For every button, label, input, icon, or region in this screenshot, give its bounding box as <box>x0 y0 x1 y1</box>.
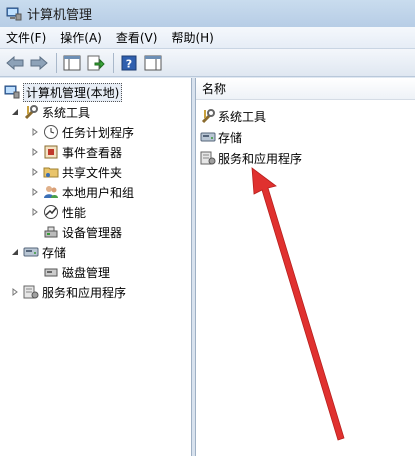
tools-icon <box>200 108 216 124</box>
export-list-button[interactable] <box>85 52 107 74</box>
tree-label-event-viewer: 事件查看器 <box>62 145 123 160</box>
menu-bar: 文件(F) 操作(A) 查看(V) 帮助(H) <box>0 27 415 49</box>
export-list-icon <box>87 55 105 70</box>
tree-label-performance: 性能 <box>62 205 87 220</box>
expand-icon[interactable] <box>10 287 20 297</box>
device-manager-icon <box>43 224 59 240</box>
forward-button[interactable] <box>28 52 50 74</box>
back-arrow-icon <box>6 55 24 70</box>
menu-help[interactable]: 帮助(H) <box>171 29 213 46</box>
storage-icon <box>200 129 216 145</box>
performance-icon <box>43 204 59 220</box>
computer-management-icon <box>4 84 20 100</box>
properties-pane-button[interactable] <box>142 52 164 74</box>
expand-icon[interactable] <box>30 147 40 157</box>
expand-icon[interactable] <box>30 127 40 137</box>
tree-label-local-users: 本地用户和组 <box>62 185 135 200</box>
tree-item-disk-management[interactable]: 磁盘管理 <box>43 262 110 282</box>
column-header-name[interactable]: 名称 <box>196 78 415 100</box>
collapse-icon[interactable] <box>10 247 20 257</box>
help-button[interactable]: ? <box>118 52 140 74</box>
title-bar: 计算机管理 <box>0 0 415 27</box>
event-log-icon <box>43 144 59 160</box>
list-item-label: 服务和应用程序 <box>218 151 303 166</box>
tree-label-shared-folders: 共享文件夹 <box>62 165 123 180</box>
list-item[interactable]: 存储 <box>200 127 242 147</box>
show-hide-tree-icon <box>63 55 81 70</box>
tree-item-event-viewer[interactable]: 事件查看器 <box>30 142 122 162</box>
menu-view[interactable]: 查看(V) <box>116 29 158 46</box>
tree-label-storage: 存储 <box>42 245 67 260</box>
tree-item-device-manager[interactable]: 设备管理器 <box>43 222 122 242</box>
tree-item-shared-folders[interactable]: 共享文件夹 <box>30 162 122 182</box>
help-icon: ? <box>121 55 137 70</box>
menu-file[interactable]: 文件(F) <box>6 29 46 46</box>
disk-icon <box>43 264 59 280</box>
tree-item-performance[interactable]: 性能 <box>30 202 86 222</box>
show-hide-tree-button[interactable] <box>61 52 83 74</box>
result-pane[interactable]: 名称 系统工具 存储 服务和应用程序 <box>195 78 415 456</box>
menu-action[interactable]: 操作(A) <box>60 29 102 46</box>
list-item-label: 存储 <box>218 130 243 145</box>
computer-management-icon <box>6 7 22 20</box>
expand-icon[interactable] <box>30 167 40 177</box>
collapse-icon[interactable] <box>10 107 20 117</box>
list-item[interactable]: 系统工具 <box>200 106 266 126</box>
tree-item-system-tools[interactable]: 系统工具 <box>10 102 90 122</box>
tree-item-storage[interactable]: 存储 <box>10 242 66 262</box>
toolbar-separator <box>113 52 114 73</box>
expand-icon[interactable] <box>30 207 40 217</box>
tree-label-system-tools: 系统工具 <box>42 105 91 120</box>
clock-icon <box>43 124 59 140</box>
toolbar-separator <box>56 52 57 73</box>
storage-icon <box>23 244 39 260</box>
tree-item-root[interactable]: 计算机管理(本地) <box>4 82 123 102</box>
tree-label-device-manager: 设备管理器 <box>62 225 123 240</box>
tree-item-task-scheduler[interactable]: 任务计划程序 <box>30 122 134 142</box>
list-item-label: 系统工具 <box>218 109 267 124</box>
tree-label-disk-management: 磁盘管理 <box>62 265 111 280</box>
tree-label-root: 计算机管理(本地) <box>23 82 123 102</box>
services-icon <box>200 150 216 166</box>
forward-arrow-icon <box>30 55 48 70</box>
tree-item-local-users[interactable]: 本地用户和组 <box>30 182 134 202</box>
tools-icon <box>23 104 39 120</box>
back-button[interactable] <box>4 52 26 74</box>
tree-item-services[interactable]: 服务和应用程序 <box>10 282 126 302</box>
toolbar: ? <box>0 49 415 77</box>
tree-label-task-scheduler: 任务计划程序 <box>62 125 135 140</box>
tree-label-services: 服务和应用程序 <box>42 285 127 300</box>
console-tree[interactable]: 计算机管理(本地) 系统工具 任务计划程序 事件查看器 共享文件夹 本地用户和组… <box>0 78 192 456</box>
shared-folder-icon <box>43 164 59 180</box>
list-item[interactable]: 服务和应用程序 <box>200 148 302 168</box>
expand-icon[interactable] <box>30 187 40 197</box>
svg-text:?: ? <box>126 57 132 70</box>
properties-pane-icon <box>144 55 162 70</box>
window-title: 计算机管理 <box>27 8 93 23</box>
users-icon <box>43 184 59 200</box>
services-icon <box>23 284 39 300</box>
